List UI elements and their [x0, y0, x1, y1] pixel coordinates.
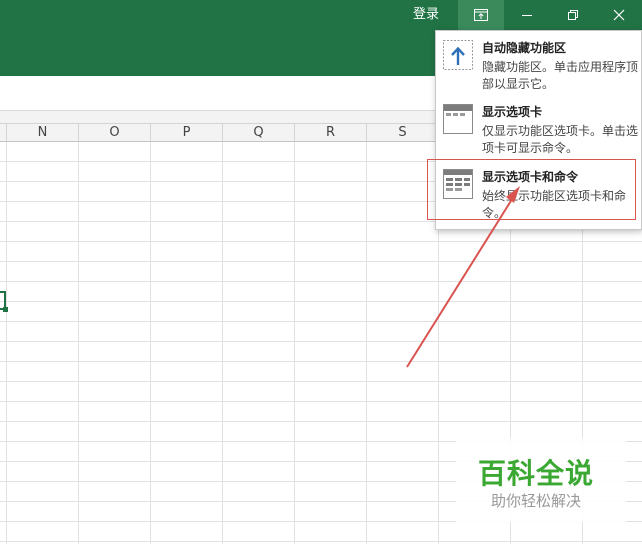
- watermark: 百科全说 助你轻松解决: [456, 438, 626, 522]
- arrow-shaft: [406, 195, 515, 368]
- watermark-subtitle: 助你轻松解决: [490, 492, 581, 510]
- watermark-title: 百科全说: [477, 457, 594, 490]
- arrow-head: [506, 186, 520, 203]
